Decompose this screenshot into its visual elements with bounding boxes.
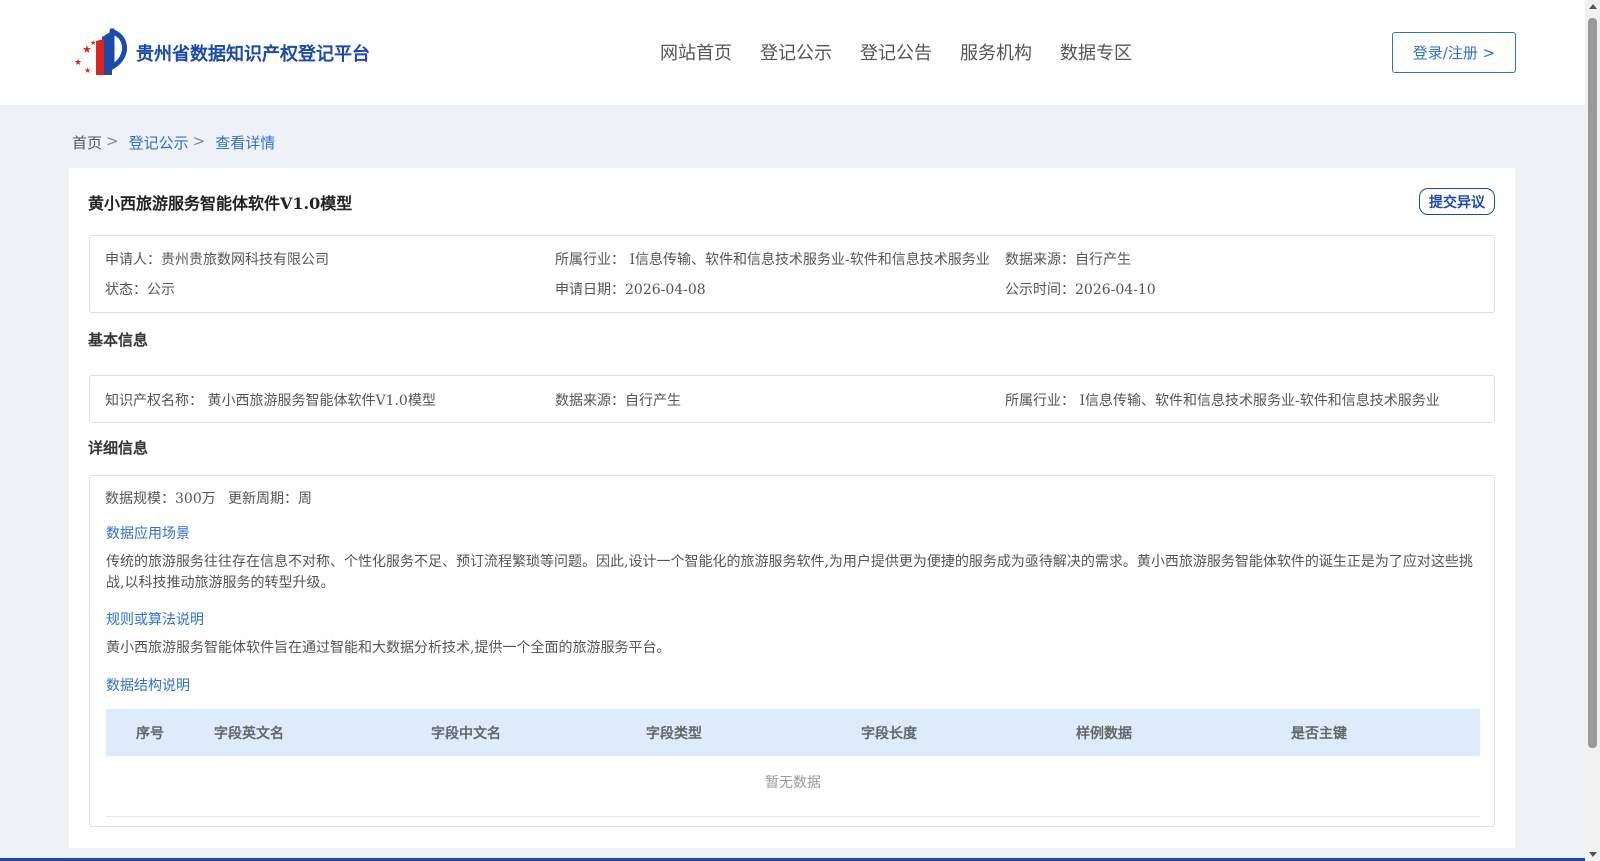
column-header: 字段类型 [646,726,702,742]
column-header: 是否主键 [1291,726,1347,742]
nav-service-agencies[interactable]: 服务机构 [960,39,1032,65]
vertical-scrollbar[interactable] [1585,0,1600,861]
column-header: 字段长度 [861,726,917,742]
update-cycle: 更新周期：周 [228,491,312,507]
breadcrumb-home[interactable]: 首页 [72,132,102,153]
main-nav: 网站首页 登记公示 登记公告 服务机构 数据专区 [660,39,1160,65]
login-register-button[interactable]: 登录/注册 > [1392,32,1516,73]
publish-date: 公示时间：2026-04-10 [1005,282,1156,298]
summary-box: 申请人：贵州贵旅数网科技有限公司 所属行业： I信息传输、软件和信息技术服务业-… [89,235,1495,313]
basic-info-box: 知识产权名称： 黄小西旅游服务智能体软件V1.0模型 数据来源：自行产生 所属行… [89,375,1495,423]
breadcrumb-publicity[interactable]: 登记公示 [129,132,189,153]
scroll-thumb[interactable] [1588,18,1597,748]
column-header: 样例数据 [1076,726,1132,742]
nav-data-zone[interactable]: 数据专区 [1060,39,1132,65]
breadcrumb-separator: > [192,132,206,150]
column-header: 序号 [136,726,164,742]
nav-registration-publicity[interactable]: 登记公示 [760,39,832,65]
structure-heading: 数据结构说明 [106,678,190,694]
data-scale: 数据规模：300万 [105,491,216,507]
emblem-icon: ★ ★ ★ ★ [74,28,127,75]
basic-info-heading: 基本信息 [88,331,149,349]
detail-info-box: 数据规模：300万 更新周期：周 数据应用场景 传统的旅游服务往往存在信息不对称… [89,475,1495,827]
ip-name: 知识产权名称： 黄小西旅游服务智能体软件V1.0模型 [105,393,436,409]
empty-table-text: 暂无数据 [765,775,821,791]
column-header: 字段英文名 [214,726,284,742]
breadcrumb-separator: > [106,132,119,150]
page-title: 黄小西旅游服务智能体软件V1.0模型 [88,194,353,213]
scroll-down-arrow-icon[interactable] [1589,852,1597,857]
table-divider [106,816,1480,817]
basic-data-source: 数据来源：自行产生 [555,393,681,409]
nav-home[interactable]: 网站首页 [660,39,732,65]
detail-card: 黄小西旅游服务智能体软件V1.0模型 提交异议 申请人：贵州贵旅数网科技有限公司… [69,168,1515,848]
industry: 所属行业： I信息传输、软件和信息技术服务业-软件和信息技术服务业 [555,252,990,268]
breadcrumb: 首页 > 登记公示 > 查看详情 [72,132,275,153]
svg-text:★: ★ [90,39,96,47]
site-logo[interactable]: ★ ★ ★ ★ 贵州省数据知识产权登记平台 [72,27,370,79]
algorithm-heading: 规则或算法说明 [106,612,204,628]
data-source: 数据来源：自行产生 [1005,252,1131,268]
site-title: 贵州省数据知识产权登记平台 [136,44,370,65]
algorithm-text: 黄小西旅游服务智能体软件旨在通过智能和大数据分析技术,提供一个全面的旅游服务平台… [106,640,671,656]
scroll-up-arrow-icon[interactable] [1589,4,1597,9]
nav-registration-announcement[interactable]: 登记公告 [860,39,932,65]
column-header: 字段中文名 [431,726,501,742]
svg-text:★: ★ [84,66,91,75]
submit-objection-button[interactable]: 提交异议 [1419,188,1495,215]
site-header: ★ ★ ★ ★ 贵州省数据知识产权登记平台 网站首页 登记公示 登记公告 服务机… [0,0,1585,105]
apply-date: 申请日期：2026-04-08 [555,282,706,298]
detail-info-heading: 详细信息 [88,439,149,457]
svg-text:★: ★ [74,58,82,68]
basic-industry: 所属行业： I信息传输、软件和信息技术服务业-软件和信息技术服务业 [1005,393,1440,409]
scenario-text: 传统的旅游服务往往存在信息不对称、个性化服务不足、预订流程繁琐等问题。因此,设计… [106,554,1473,591]
applicant: 申请人：贵州贵旅数网科技有限公司 [105,252,329,268]
breadcrumb-current: 查看详情 [215,134,276,152]
status: 状态：公示 [105,282,175,298]
scenario-heading: 数据应用场景 [106,526,190,542]
table-header: 序号 字段英文名 字段中文名 字段类型 字段长度 样例数据 是否主键 [106,709,1480,756]
page: ★ ★ ★ ★ 贵州省数据知识产权登记平台 网站首页 登记公示 登记公告 服务机… [0,0,1585,861]
